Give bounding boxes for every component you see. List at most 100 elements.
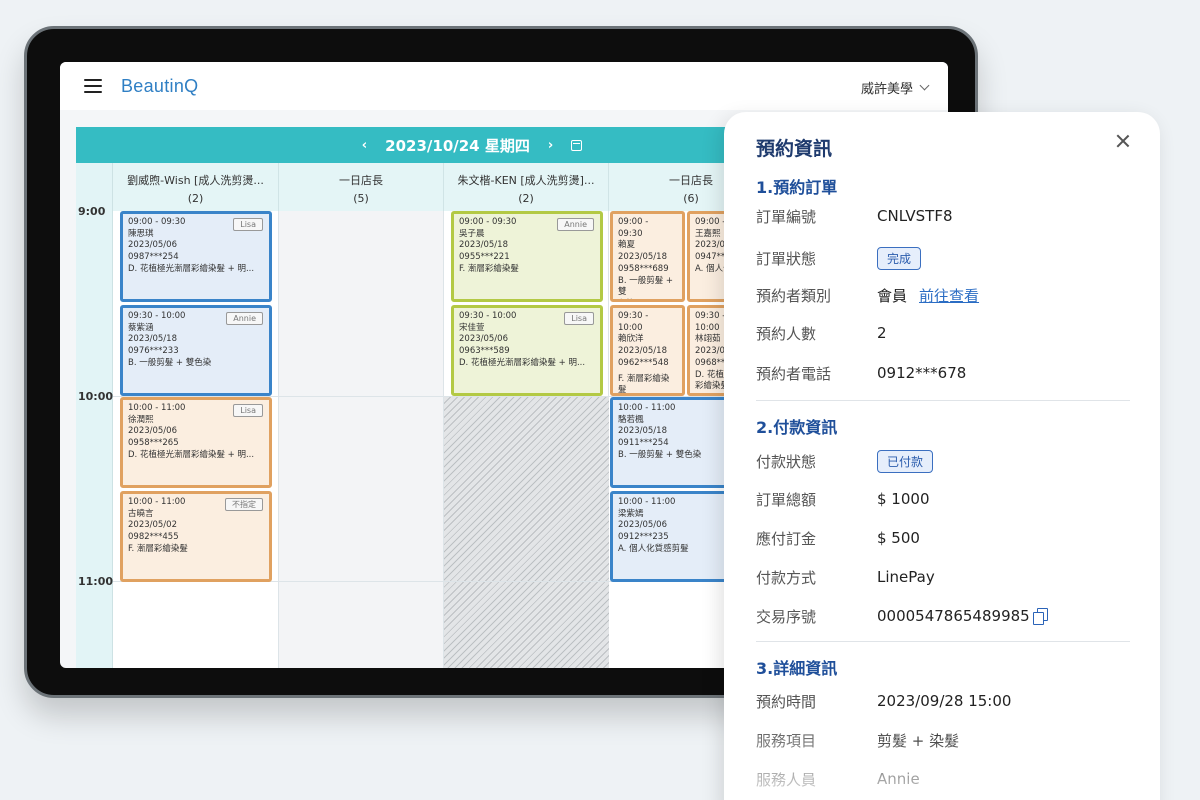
appointment-card[interactable]: 10:00 - 11:00 古曉言 2023/05/02 0982***455 … [120, 491, 272, 582]
staff-column-header[interactable]: 一日店長 (5) [279, 163, 444, 211]
appt-time: 09:30 - [618, 311, 649, 321]
appt-phone: 0963***589 [459, 346, 510, 357]
deposit-amount: $ 500 [877, 529, 920, 547]
appt-phone: 0962***548 [618, 357, 669, 368]
section-title: 3.詳細資訊 [756, 659, 838, 678]
appointment-card[interactable]: 09:00 - 09:30 吳子晨 2023/05/18 0955***221 … [451, 211, 603, 302]
top-bar: BeautinQ 威許美學 [60, 62, 948, 110]
info-row: 應付訂金 $ 500 [756, 526, 1130, 550]
appt-date: 2023/05/18 [128, 334, 177, 345]
info-row: 預約人數 2 [756, 321, 1130, 345]
staff-column-header[interactable]: 朱文楷-KEN [成人洗剪燙]... (2) [444, 163, 609, 211]
staff-tag: Lisa [564, 312, 594, 325]
appt-phone: 0955***221 [459, 252, 510, 263]
field-label: 交易序號 [756, 607, 817, 626]
field-label: 預約時間 [756, 692, 817, 711]
appt-date: 2023/05/18 [618, 252, 667, 263]
field-label: 付款狀態 [756, 452, 817, 471]
transaction-id: 0000547865489985 [877, 607, 1030, 625]
appt-service: D. 花植極光漸層彩繪染髮 + 明... [128, 263, 255, 274]
appointment-card[interactable]: 09:00 - 09:30 賴夏 2023/05/18 0958***689 B… [610, 211, 685, 302]
next-day-button[interactable]: › [548, 138, 553, 153]
field-label: 預約人數 [756, 324, 817, 343]
appt-phone: 0982***455 [128, 532, 179, 543]
appt-date: 2023/05/18 [459, 240, 508, 251]
appt-phone: 0976***233 [128, 346, 179, 357]
copy-icon[interactable] [1032, 608, 1048, 625]
appt-phone: 0958***265 [128, 438, 179, 449]
order-number: CNLVSTF8 [877, 207, 953, 225]
section-title: 2.付款資訊 [756, 418, 838, 437]
field-label: 付款方式 [756, 568, 817, 587]
booker-phone: 0912***678 [877, 364, 967, 382]
appt-service: F. 漸層彩繪染髮 [459, 263, 519, 274]
info-row: 付款狀態 已付款 [756, 449, 1130, 473]
field-label: 預約者類別 [756, 286, 832, 305]
appt-service: B. 一般剪髮 + 雙色染 [128, 357, 212, 368]
booking-time: 2023/09/28 15:00 [877, 692, 1012, 710]
staff-name: 一日店長 [339, 174, 383, 187]
field-label: 訂單編號 [756, 207, 817, 226]
info-row: 服務項目 剪髮 + 染髮 [756, 728, 1130, 752]
divider [756, 641, 1130, 642]
appt-service: F. 漸層彩繪染髮 [128, 543, 188, 554]
booking-count: (2) [518, 192, 534, 205]
service-item: 剪髮 + 染髮 [877, 731, 960, 750]
info-row: 預約者電話 0912***678 [756, 361, 1130, 385]
time-label: 11:00 [78, 575, 114, 588]
close-icon[interactable] [1116, 134, 1130, 148]
info-row: 預約者類別 會員 前往查看 [756, 283, 1130, 307]
booking-count: (5) [353, 192, 369, 205]
guest-count: 2 [877, 324, 887, 342]
menu-icon[interactable] [84, 79, 102, 93]
view-member-link[interactable]: 前往查看 [919, 285, 979, 306]
staff-name: 朱文楷-KEN [成人洗剪燙]... [457, 174, 595, 187]
field-label: 服務人員 [756, 770, 817, 789]
appt-time: 10:00 [618, 322, 643, 333]
payment-status-badge: 已付款 [877, 449, 934, 473]
unavailable-block [444, 397, 609, 668]
appt-time: 09:00 - [618, 217, 649, 227]
store-selector[interactable]: 威許美學 [861, 78, 930, 97]
info-row: 服務人員 Annie [756, 767, 1130, 791]
order-total: $ 1000 [877, 490, 930, 508]
payment-method: LinePay [877, 568, 935, 586]
time-label: 9:00 [78, 205, 106, 218]
appt-time: 09:30 [618, 228, 643, 239]
member-type: 會員 [877, 286, 908, 305]
booking-detail-panel: 預約資訊 1.預約訂單 訂單編號 CNLVSTF8 訂單狀態 完成 預約者類別 … [724, 112, 1160, 800]
section-title: 1.預約訂單 [756, 178, 838, 197]
field-label: 服務項目 [756, 731, 817, 750]
staff-tag: 不指定 [225, 498, 263, 511]
service-staff: Annie [877, 770, 920, 788]
appt-date: 2023/05/18 [618, 346, 667, 357]
staff-column-header[interactable]: 劉威煦-Wish [成人洗剪燙... (2) [113, 163, 279, 211]
prev-day-button[interactable]: ‹ [362, 138, 367, 153]
appt-service: D. 花植極光漸層彩繪染髮 + 明... [128, 449, 255, 460]
info-row: 訂單編號 CNLVSTF8 [756, 204, 1130, 228]
info-row: 訂單總額 $ 1000 [756, 487, 1130, 511]
staff-tag: Lisa [233, 404, 263, 417]
info-row: 訂單狀態 完成 [756, 246, 1130, 270]
appt-name: 賴欣洋 [618, 334, 644, 345]
appt-service: F. 漸層彩繪染髮 [618, 373, 670, 396]
booking-count: (2) [187, 192, 204, 205]
chevron-down-icon [919, 80, 930, 91]
status-badge: 完成 [877, 246, 922, 270]
appt-service: 色染 [618, 299, 677, 300]
field-label: 訂單總額 [756, 490, 817, 509]
field-label: 應付訂金 [756, 529, 817, 548]
brand-logo: BeautinQ [121, 75, 199, 96]
appointment-card[interactable]: 09:00 - 09:30 陳思琪 2023/05/06 0987***254 … [120, 211, 272, 302]
staff-tag: Lisa [233, 218, 263, 231]
appointment-card[interactable]: 09:30 - 10:00 蔡紫涵 2023/05/18 0976***233 … [120, 305, 272, 396]
appt-service: B. 一般剪髮 + 雙 [618, 275, 674, 298]
appointment-card[interactable]: 09:30 - 10:00 賴欣洋 2023/05/18 0962***548 … [610, 305, 685, 396]
field-label: 訂單狀態 [756, 249, 817, 268]
calendar-icon[interactable] [571, 139, 583, 151]
appointment-card[interactable]: 09:30 - 10:00 宋佳萱 2023/05/06 0963***589 … [451, 305, 603, 396]
appt-date: 2023/05/06 [459, 334, 508, 345]
staff-tag: Annie [226, 312, 263, 325]
appointment-card[interactable]: 10:00 - 11:00 徐潤熙 2023/05/06 0958***265 … [120, 397, 272, 488]
appt-name: 賴夏 [618, 240, 636, 251]
